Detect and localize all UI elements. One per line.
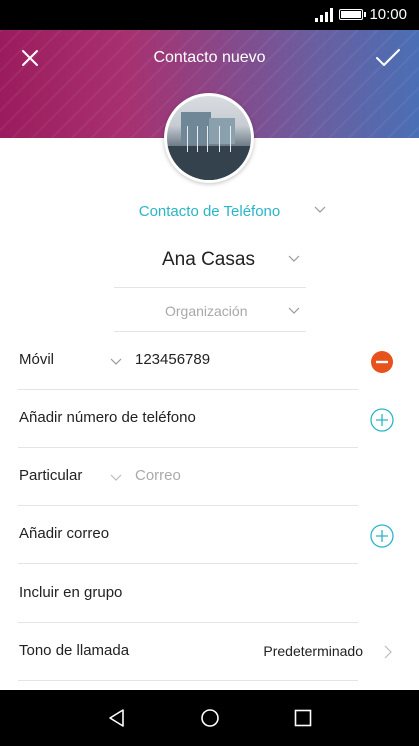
email-type-label[interactable]: Particular [19, 467, 82, 484]
chevron-down-icon [314, 206, 326, 213]
phone-input[interactable]: 123456789 [135, 351, 210, 368]
contact-photo[interactable] [164, 93, 254, 183]
email-row: Particular Correo [0, 448, 419, 506]
back-icon[interactable] [106, 707, 128, 729]
recents-icon[interactable] [292, 707, 314, 729]
organization-field[interactable]: Organización [114, 288, 306, 332]
account-label: Contacto de Teléfono [138, 203, 281, 220]
home-icon[interactable] [199, 707, 221, 729]
status-time: 10:00 [369, 6, 407, 23]
chevron-down-icon[interactable] [288, 254, 300, 264]
account-selector[interactable]: Contacto de Teléfono [0, 203, 419, 220]
status-bar: 10:00 [0, 0, 419, 30]
ringtone-value: Predeterminado [263, 643, 363, 659]
battery-icon [339, 9, 367, 20]
ringtone-row[interactable]: Tono de llamada Predeterminado [0, 623, 419, 681]
chevron-down-icon[interactable] [288, 306, 300, 316]
chevron-down-icon[interactable] [110, 357, 122, 367]
add-email-row[interactable]: Añadir correo [0, 506, 419, 564]
add-email-label: Añadir correo [19, 525, 110, 542]
navigation-bar [0, 690, 419, 746]
page-title: Contacto nuevo [153, 49, 266, 66]
chevron-right-icon [384, 645, 392, 659]
group-label: Incluir en grupo [19, 584, 123, 601]
photo-image [167, 96, 251, 180]
name-field[interactable]: Ana Casas [114, 232, 306, 288]
email-input[interactable]: Correo [135, 467, 181, 484]
add-circle-icon[interactable] [370, 408, 394, 432]
add-phone-label: Añadir número de teléfono [19, 409, 196, 426]
group-row[interactable]: Incluir en grupo [0, 565, 419, 623]
name-value: Ana Casas [162, 249, 255, 270]
chevron-down-icon[interactable] [110, 473, 122, 483]
phone-type-label[interactable]: Móvil [19, 351, 54, 368]
add-circle-icon[interactable] [370, 524, 394, 548]
ringtone-label: Tono de llamada [19, 642, 130, 659]
signal-icon [315, 7, 334, 22]
add-phone-row[interactable]: Añadir número de teléfono [0, 390, 419, 448]
phone-row: Móvil 123456789 [0, 332, 419, 390]
remove-circle-icon[interactable] [370, 350, 394, 374]
check-icon[interactable] [375, 46, 401, 70]
organization-placeholder: Organización [165, 303, 248, 319]
